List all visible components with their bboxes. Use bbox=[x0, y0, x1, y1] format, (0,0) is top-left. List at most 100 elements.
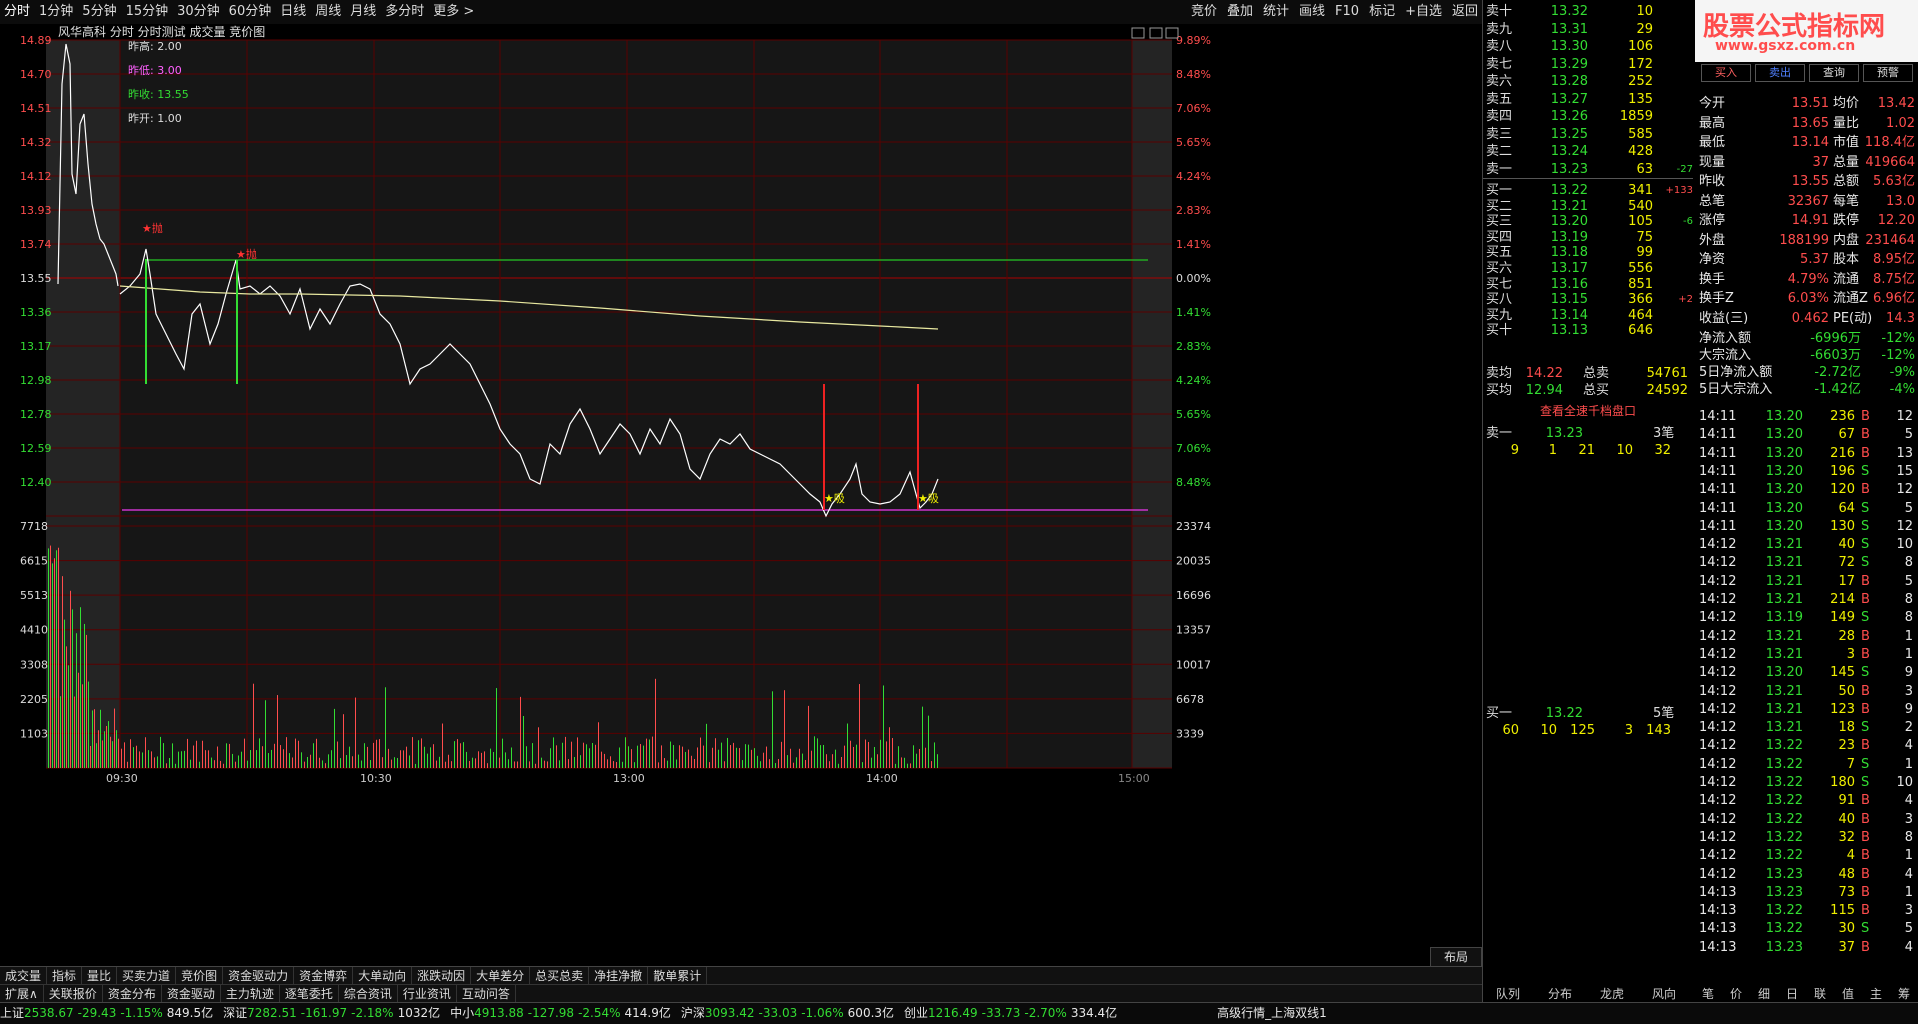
indicator-tab[interactable]: 涨跌动因 bbox=[412, 967, 472, 985]
extension-tab[interactable]: 逐笔委托 bbox=[280, 985, 339, 1003]
extension-tab[interactable]: 资金驱动 bbox=[162, 985, 221, 1003]
period-tab[interactable]: 30分钟 bbox=[177, 0, 220, 24]
indicator-tab[interactable]: 总买总卖 bbox=[530, 967, 590, 985]
indicator-tab[interactable]: 大单动向 bbox=[353, 967, 413, 985]
volume-bar bbox=[904, 757, 905, 768]
side-tab[interactable]: 值 bbox=[1835, 985, 1861, 1002]
volume-bar bbox=[853, 746, 854, 768]
price-tick-label: 14.12 bbox=[20, 170, 52, 183]
trade-button[interactable]: 查询 bbox=[1809, 64, 1859, 82]
extension-tab[interactable]: 行业资讯 bbox=[398, 985, 457, 1003]
right-tab[interactable]: 风向 bbox=[1639, 985, 1689, 1002]
flow-row: 5日大宗流入 -1.42亿 -4% bbox=[1699, 382, 1915, 397]
info-low: 昨低: 3.00 bbox=[128, 64, 182, 77]
volume-bar bbox=[547, 761, 548, 768]
price-tick-label: 12.59 bbox=[20, 442, 52, 455]
tick-row: 14:11 13.20 196 S 15 bbox=[1699, 463, 1913, 479]
volume-bar bbox=[673, 745, 674, 768]
trade-button[interactable]: 卖出 bbox=[1755, 64, 1805, 82]
extension-tab[interactable]: 互动问答 bbox=[457, 985, 516, 1003]
extension-tab[interactable]: 资金分布 bbox=[103, 985, 162, 1003]
side-tab[interactable]: 筹 bbox=[1891, 985, 1917, 1002]
index-quote[interactable]: 沪深3093.42 -33.03 -1.06% 600.3亿 bbox=[681, 1006, 894, 1020]
price-tick-label: 13.36 bbox=[20, 306, 52, 319]
volume-bar bbox=[712, 747, 713, 768]
right-tab[interactable]: 龙虎 bbox=[1587, 985, 1637, 1002]
tool-button[interactable]: 标记 bbox=[1369, 0, 1395, 24]
layout-button[interactable]: 布局 bbox=[1430, 947, 1482, 967]
extension-tab[interactable]: 关联报价 bbox=[44, 985, 103, 1003]
volume-bar bbox=[634, 762, 635, 768]
indicator-tab[interactable]: 指标 bbox=[47, 967, 83, 985]
volume-bar bbox=[754, 748, 755, 768]
volume-bar bbox=[205, 750, 206, 768]
index-quote[interactable]: 中小4913.88 -127.98 -2.54% 414.9亿 bbox=[450, 1006, 671, 1020]
trade-button[interactable]: 预警 bbox=[1863, 64, 1913, 82]
volume-bar bbox=[136, 745, 137, 768]
indicator-tab[interactable]: 量比 bbox=[82, 967, 118, 985]
indicator-tab[interactable]: 散单累计 bbox=[648, 967, 708, 985]
index-quote[interactable]: 深证7282.51 -161.97 -2.18% 1032亿 bbox=[223, 1006, 440, 1020]
extension-tab[interactable]: 主力轨迹 bbox=[221, 985, 280, 1003]
intraday-chart[interactable]: 风华高科 分时 分时测试 成交量 竞价图 14.89 14.70 14.51 14.32… bbox=[0, 24, 1482, 967]
volume-bar bbox=[436, 760, 437, 768]
tick-row: 14:12 13.21 17 B 5 bbox=[1699, 573, 1913, 589]
indicator-tab[interactable]: 竞价图 bbox=[176, 967, 224, 985]
index-quote[interactable]: 上证2538.67 -29.43 -1.15% 849.5亿 bbox=[0, 1006, 213, 1020]
price-tick-label: 13.55 bbox=[20, 272, 52, 285]
side-tab[interactable]: 细 bbox=[1751, 985, 1777, 1002]
volume-bar bbox=[121, 748, 122, 768]
indicator-tab[interactable]: 资金博弈 bbox=[294, 967, 354, 985]
tool-button[interactable]: 画线 bbox=[1299, 0, 1325, 24]
tick-row: 14:12 13.19 149 S 8 bbox=[1699, 610, 1913, 626]
period-tab[interactable]: 分时 bbox=[4, 0, 30, 24]
period-tab[interactable]: 日线 bbox=[280, 0, 306, 24]
side-tab[interactable]: 联 bbox=[1807, 985, 1833, 1002]
side-tab[interactable]: 主 bbox=[1863, 985, 1889, 1002]
volume-bar bbox=[883, 685, 884, 768]
period-tab[interactable]: 60分钟 bbox=[229, 0, 272, 24]
pct-tick-label: 7.06% bbox=[1176, 102, 1211, 115]
index-quote[interactable]: 创业1216.49 -33.73 -2.70% 334.4亿 bbox=[904, 1006, 1117, 1020]
order-book-row: 卖七 13.29 172 bbox=[1486, 56, 1653, 72]
volume-bar bbox=[778, 759, 779, 768]
indicator-tab[interactable]: 净挂净撤 bbox=[589, 967, 649, 985]
extension-tab[interactable]: 综合资讯 bbox=[339, 985, 398, 1003]
period-tab[interactable]: 月线 bbox=[350, 0, 376, 24]
period-tab[interactable]: 更多 > bbox=[433, 0, 474, 24]
side-tab[interactable]: 笔 bbox=[1695, 985, 1721, 1002]
period-tab[interactable]: 5分钟 bbox=[82, 0, 116, 24]
period-tab[interactable]: 15分钟 bbox=[126, 0, 169, 24]
tick-row: 14:12 13.21 28 B 1 bbox=[1699, 628, 1913, 644]
volume-bar bbox=[364, 743, 365, 768]
volume-bar bbox=[295, 738, 296, 768]
side-tab[interactable]: 价 bbox=[1723, 985, 1749, 1002]
right-tab[interactable]: 队列 bbox=[1483, 985, 1533, 1002]
tool-button[interactable]: +自选 bbox=[1405, 0, 1442, 24]
indicator-tab[interactable]: 大单差分 bbox=[471, 967, 531, 985]
volume-bar bbox=[790, 748, 791, 768]
tool-button[interactable]: F10 bbox=[1335, 0, 1359, 24]
volume-bar bbox=[169, 757, 170, 768]
right-tab[interactable]: 分布 bbox=[1535, 985, 1585, 1002]
period-tab[interactable]: 多分时 bbox=[385, 0, 424, 24]
tool-button[interactable]: 竞价 bbox=[1191, 0, 1217, 24]
volume-bar bbox=[421, 738, 422, 768]
extension-tab[interactable]: 扩展∧ bbox=[0, 985, 44, 1003]
view-full-depth-link[interactable]: 查看全速千档盘口 bbox=[1483, 402, 1693, 419]
quote-panel: 卖十 13.32 10 卖九 13.31 29 卖八 13.30 106 卖七 13.29 172 卖六… bbox=[1482, 0, 1918, 1002]
indicator-tab[interactable]: 成交量 bbox=[0, 967, 48, 985]
tool-button[interactable]: 返回 bbox=[1452, 0, 1478, 24]
period-tab[interactable]: 1分钟 bbox=[39, 0, 73, 24]
period-tab[interactable]: 周线 bbox=[315, 0, 341, 24]
tool-button[interactable]: 统计 bbox=[1263, 0, 1289, 24]
volume-bar bbox=[775, 763, 776, 768]
trade-button[interactable]: 买入 bbox=[1701, 64, 1751, 82]
volume-bar bbox=[298, 740, 299, 768]
indicator-tab[interactable]: 买卖力道 bbox=[117, 967, 177, 985]
volume-bar bbox=[490, 748, 491, 768]
tool-button[interactable]: 叠加 bbox=[1227, 0, 1253, 24]
indicator-tab[interactable]: 资金驱动力 bbox=[223, 967, 295, 985]
volume-bar bbox=[829, 761, 830, 768]
side-tab[interactable]: 日 bbox=[1779, 985, 1805, 1002]
